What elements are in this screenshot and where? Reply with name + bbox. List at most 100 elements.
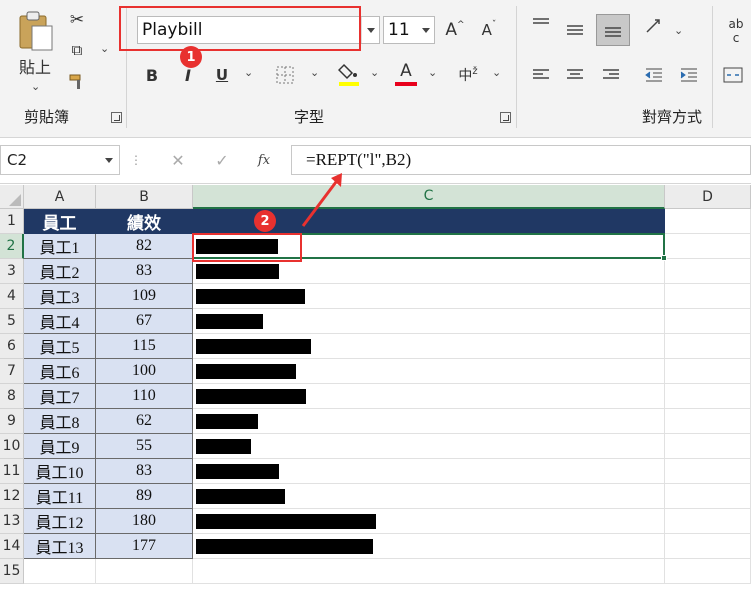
- fill-handle[interactable]: [661, 255, 667, 261]
- paste-button[interactable]: 貼上: [14, 56, 56, 77]
- bottom-align-icon[interactable]: [596, 14, 630, 46]
- cell-b10[interactable]: 55: [96, 434, 193, 459]
- column-header-a[interactable]: A: [24, 185, 96, 209]
- cell-a14[interactable]: 員工13: [24, 534, 96, 559]
- cell-a13[interactable]: 員工12: [24, 509, 96, 534]
- row-header-9[interactable]: 9: [0, 409, 24, 434]
- cell-d8[interactable]: [665, 384, 751, 409]
- cut-icon[interactable]: ✂: [66, 10, 88, 30]
- cell-a5[interactable]: 員工4: [24, 309, 96, 334]
- underline-button[interactable]: U: [212, 64, 232, 86]
- cell-b15[interactable]: [96, 559, 193, 584]
- cell-d5[interactable]: [665, 309, 751, 334]
- cell-a10[interactable]: 員工9: [24, 434, 96, 459]
- cell-a8[interactable]: 員工7: [24, 384, 96, 409]
- orientation-dropdown-icon[interactable]: ⌄: [674, 24, 683, 37]
- cell-c6[interactable]: [193, 334, 665, 359]
- cell-b14[interactable]: 177: [96, 534, 193, 559]
- cell-a7[interactable]: 員工6: [24, 359, 96, 384]
- cell-c5[interactable]: [193, 309, 665, 334]
- row-header-2[interactable]: 2: [0, 234, 24, 259]
- cell-d14[interactable]: [665, 534, 751, 559]
- column-header-c[interactable]: C: [193, 185, 665, 209]
- cell-a4[interactable]: 員工3: [24, 284, 96, 309]
- paste-icon[interactable]: [16, 10, 56, 52]
- grow-font-icon[interactable]: A ^: [444, 18, 466, 42]
- cell-c9[interactable]: [193, 409, 665, 434]
- cell-b8[interactable]: 110: [96, 384, 193, 409]
- row-header-7[interactable]: 7: [0, 359, 24, 384]
- cell-d2[interactable]: [665, 234, 751, 259]
- cell-b9[interactable]: 62: [96, 409, 193, 434]
- phonetic-guide-icon[interactable]: 中ž: [456, 64, 480, 86]
- column-header-b[interactable]: B: [96, 185, 193, 209]
- row-header-4[interactable]: 4: [0, 284, 24, 309]
- fill-color-dropdown-icon[interactable]: ⌄: [370, 66, 379, 79]
- underline-dropdown-icon[interactable]: ⌄: [244, 66, 253, 79]
- cell-c11[interactable]: [193, 459, 665, 484]
- orientation-icon[interactable]: [643, 16, 665, 38]
- cell-b7[interactable]: 100: [96, 359, 193, 384]
- cell-c14[interactable]: [193, 534, 665, 559]
- fill-color-icon[interactable]: [337, 60, 361, 88]
- cell-b5[interactable]: 67: [96, 309, 193, 334]
- select-all-button[interactable]: [0, 185, 24, 209]
- cell-b12[interactable]: 89: [96, 484, 193, 509]
- cell-d1[interactable]: [665, 209, 751, 234]
- cell-c3[interactable]: [193, 259, 665, 284]
- cell-c12[interactable]: [193, 484, 665, 509]
- clipboard-launcher-icon[interactable]: [111, 112, 122, 123]
- cell-d12[interactable]: [665, 484, 751, 509]
- row-header-5[interactable]: 5: [0, 309, 24, 334]
- cell-d15[interactable]: [665, 559, 751, 584]
- row-header-8[interactable]: 8: [0, 384, 24, 409]
- paste-dropdown-icon[interactable]: ⌄: [31, 80, 40, 93]
- insert-function-icon[interactable]: fx: [252, 148, 276, 172]
- font-color-icon[interactable]: A: [394, 60, 418, 88]
- cell-c15[interactable]: [193, 559, 665, 584]
- shrink-font-icon[interactable]: Aˇ: [478, 18, 500, 42]
- column-header-d[interactable]: D: [665, 185, 751, 209]
- font-color-dropdown-icon[interactable]: ⌄: [428, 66, 437, 79]
- cell-d10[interactable]: [665, 434, 751, 459]
- cancel-icon[interactable]: ✕: [166, 148, 190, 172]
- row-header-14[interactable]: 14: [0, 534, 24, 559]
- drag-handle-icon[interactable]: ⋮: [130, 150, 142, 170]
- cell-c8[interactable]: [193, 384, 665, 409]
- cell-b11[interactable]: 83: [96, 459, 193, 484]
- merge-center-icon[interactable]: [722, 64, 744, 86]
- cell-b3[interactable]: 83: [96, 259, 193, 284]
- row-header-12[interactable]: 12: [0, 484, 24, 509]
- align-right-icon[interactable]: [600, 64, 622, 86]
- increase-indent-icon[interactable]: [678, 64, 700, 86]
- format-painter-icon[interactable]: [66, 72, 88, 92]
- cell-b6[interactable]: 115: [96, 334, 193, 359]
- font-size-dropdown-icon[interactable]: [418, 17, 434, 43]
- row-header-3[interactable]: 3: [0, 259, 24, 284]
- cell-a1[interactable]: 員工: [24, 209, 96, 234]
- row-header-11[interactable]: 11: [0, 459, 24, 484]
- row-header-10[interactable]: 10: [0, 434, 24, 459]
- row-header-15[interactable]: 15: [0, 559, 24, 584]
- font-size-combobox[interactable]: 11: [383, 16, 435, 44]
- bold-button[interactable]: B: [142, 64, 162, 86]
- borders-icon[interactable]: [274, 64, 296, 86]
- cell-d9[interactable]: [665, 409, 751, 434]
- name-box[interactable]: C2: [0, 145, 120, 175]
- cell-d6[interactable]: [665, 334, 751, 359]
- align-left-icon[interactable]: [530, 64, 552, 86]
- cell-c10[interactable]: [193, 434, 665, 459]
- wrap-text-icon[interactable]: ab c: [723, 14, 749, 48]
- cell-c7[interactable]: [193, 359, 665, 384]
- align-center-icon[interactable]: [564, 64, 586, 86]
- borders-dropdown-icon[interactable]: ⌄: [310, 66, 319, 79]
- row-header-13[interactable]: 13: [0, 509, 24, 534]
- cell-a9[interactable]: 員工8: [24, 409, 96, 434]
- cell-a15[interactable]: [24, 559, 96, 584]
- cell-a3[interactable]: 員工2: [24, 259, 96, 284]
- decrease-indent-icon[interactable]: [643, 64, 665, 86]
- cell-a2[interactable]: 員工1: [24, 234, 96, 259]
- row-header-6[interactable]: 6: [0, 334, 24, 359]
- cell-c4[interactable]: [193, 284, 665, 309]
- font-launcher-icon[interactable]: [500, 112, 511, 123]
